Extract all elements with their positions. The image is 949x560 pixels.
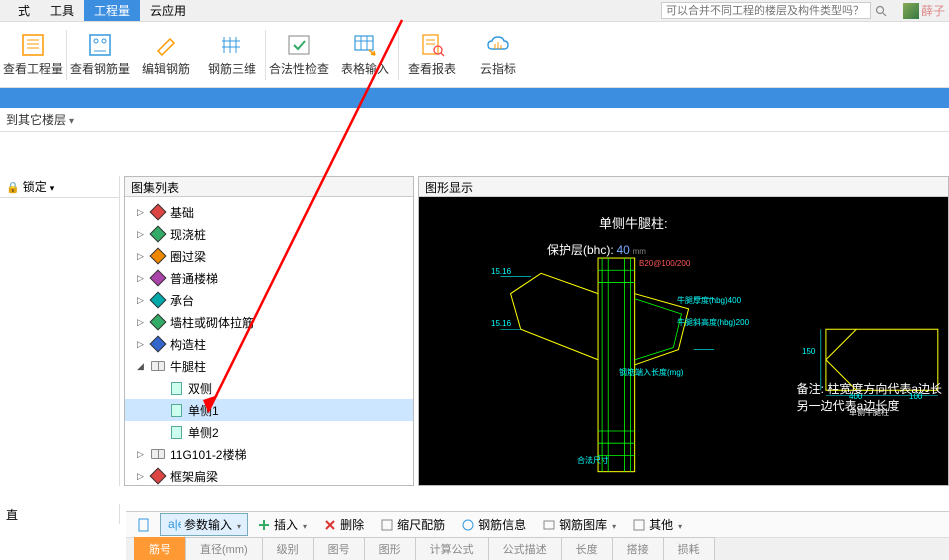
ribbon-label: 编辑钢筋: [142, 60, 190, 77]
tree-node-11g[interactable]: ▷11G101-2楼梯: [125, 443, 413, 465]
tab-5[interactable]: 计算公式: [415, 537, 489, 560]
pencil-icon: [150, 32, 182, 58]
table-arrow-icon: [349, 32, 381, 58]
btn-insert[interactable]: 插入: [250, 513, 314, 536]
tab-9[interactable]: 损耗: [663, 537, 715, 560]
ribbon-label: 表格输入: [341, 60, 389, 77]
tool-view-qty[interactable]: 查看工程量: [0, 32, 66, 77]
tab-7[interactable]: 长度: [561, 537, 613, 560]
tree-node-flatbeam[interactable]: ▷框架扁梁: [125, 465, 413, 485]
floor-dropdown[interactable]: 到其它楼层: [6, 111, 74, 128]
menu-item-0[interactable]: 式: [8, 0, 40, 21]
left-footer: 直: [0, 504, 120, 524]
report-icon: [416, 32, 448, 58]
check-icon: [283, 32, 315, 58]
menu-bar: 式 工具 工程量 云应用 薛子: [0, 0, 949, 22]
doc-lines-icon: [17, 32, 49, 58]
ribbon-toolbar: 查看工程量 查看钢筋量 编辑钢筋 钢筋三维 合法性检查 表格输入 查看报表 云指…: [0, 22, 949, 88]
tree-node-cap[interactable]: ▷承台: [125, 289, 413, 311]
book-icon: [151, 449, 165, 459]
grid3d-icon: [216, 32, 248, 58]
search-box: [661, 2, 889, 19]
doc-plus-icon: [84, 32, 116, 58]
ribbon-label: 合法性检查: [269, 60, 329, 77]
atlas-tree-panel: 图集列表 ▷基础 ▷现浇桩 ▷圈过梁 ▷普通楼梯 ▷承台 ▷墙柱或砌体拉筋 ▷构…: [124, 176, 414, 486]
page-icon: [171, 426, 182, 439]
tree-node-construct-col[interactable]: ▷构造柱: [125, 333, 413, 355]
blue-bar: [0, 88, 949, 108]
tree-node-pile[interactable]: ▷现浇桩: [125, 223, 413, 245]
tool-validate[interactable]: 合法性检查: [266, 32, 332, 77]
ribbon-label: 查看钢筋量: [70, 60, 130, 77]
page-icon: [171, 382, 182, 395]
tool-report[interactable]: 查看报表: [399, 32, 465, 77]
tree-body[interactable]: ▷基础 ▷现浇桩 ▷圈过梁 ▷普通楼梯 ▷承台 ▷墙柱或砌体拉筋 ▷构造柱 ◢牛…: [125, 197, 413, 485]
btn-doc[interactable]: [130, 515, 158, 535]
tool-rebar-3d[interactable]: 钢筋三维: [199, 32, 265, 77]
tab-4[interactable]: 图形: [364, 537, 416, 560]
btn-delete[interactable]: 删除: [316, 513, 371, 536]
btn-lib[interactable]: 钢筋图库: [535, 513, 623, 536]
btn-scale[interactable]: 缩尺配筋: [373, 513, 452, 536]
cad-canvas[interactable]: 单侧牛腿柱: 保护层(bhc): 40 mm: [419, 197, 948, 485]
ribbon-label: 钢筋三维: [208, 60, 256, 77]
lock-dropdown[interactable]: 锁定: [6, 178, 54, 195]
left-tool-panel: 锁定: [0, 176, 120, 486]
tool-table-input[interactable]: 表格输入: [332, 32, 398, 77]
ribbon-label: 云指标: [480, 60, 516, 77]
tree-leaf-single1[interactable]: 单侧1: [125, 399, 413, 421]
search-icon[interactable]: [873, 3, 889, 19]
tree-leaf-single2[interactable]: 单侧2: [125, 421, 413, 443]
user-avatar[interactable]: 薛子: [903, 2, 945, 19]
svg-text:a|e: a|e: [168, 518, 181, 531]
ribbon-label: 查看报表: [408, 60, 456, 77]
btn-other[interactable]: 其他: [625, 513, 689, 536]
data-tabs: 筋号 直径(mm) 级别 图号 图形 计算公式 公式描述 长度 搭接 损耗: [126, 538, 949, 560]
menu-item-2[interactable]: 工程量: [84, 0, 140, 21]
tree-node-foundation[interactable]: ▷基础: [125, 201, 413, 223]
tool-view-rebar[interactable]: 查看钢筋量: [67, 32, 133, 77]
menu-item-3[interactable]: 云应用: [140, 0, 196, 21]
search-input[interactable]: [661, 2, 871, 19]
tab-8[interactable]: 搭接: [612, 537, 664, 560]
avatar-icon: [903, 3, 919, 19]
tab-1[interactable]: 直径(mm): [185, 537, 263, 560]
tool-edit-rebar[interactable]: 编辑钢筋: [133, 32, 199, 77]
graphic-panel: 图形显示 (X: -287 Y: 61 单侧牛腿柱: 保护层(bhc): 40 …: [418, 176, 949, 486]
bottom-pane: a|e参数输入 插入 删除 缩尺配筋 钢筋信息 钢筋图库 其他 筋号 直径(mm…: [126, 511, 949, 560]
main-area: 锁定 图集列表 ▷基础 ▷现浇桩 ▷圈过梁 ▷普通楼梯 ▷承台 ▷墙柱或砌体拉筋…: [0, 176, 949, 486]
ribbon-label: 查看工程量: [3, 60, 63, 77]
tree-node-tie[interactable]: ▷墙柱或砌体拉筋: [125, 311, 413, 333]
tree-node-corbel[interactable]: ◢牛腿柱: [125, 355, 413, 377]
tab-0[interactable]: 筋号: [134, 537, 186, 560]
tree-title: 图集列表: [125, 177, 413, 197]
cad-drawing: [419, 197, 948, 485]
btn-param-input[interactable]: a|e参数输入: [160, 513, 248, 536]
book-icon: [151, 361, 165, 371]
page-icon: [171, 404, 182, 417]
canvas-title: 图形显示: [419, 177, 948, 197]
tab-2[interactable]: 级别: [262, 537, 314, 560]
cloud-icon: [482, 32, 514, 58]
menu-item-1[interactable]: 工具: [40, 0, 84, 21]
btn-info[interactable]: 钢筋信息: [454, 513, 533, 536]
param-toolbar: a|e参数输入 插入 删除 缩尺配筋 钢筋信息 钢筋图库 其他: [126, 512, 949, 538]
tab-6[interactable]: 公式描述: [488, 537, 562, 560]
drawing-note: 备注: 柱宽度方向代表a边长另一边代表a边长度: [797, 381, 942, 415]
breadcrumb-row: 到其它楼层: [0, 108, 949, 132]
tree-node-ringbeam[interactable]: ▷圈过梁: [125, 245, 413, 267]
tree-leaf-double[interactable]: 双侧: [125, 377, 413, 399]
tool-cloud[interactable]: 云指标: [465, 32, 531, 77]
tree-node-stair[interactable]: ▷普通楼梯: [125, 267, 413, 289]
tab-3[interactable]: 图号: [313, 537, 365, 560]
user-name: 薛子: [921, 2, 945, 19]
